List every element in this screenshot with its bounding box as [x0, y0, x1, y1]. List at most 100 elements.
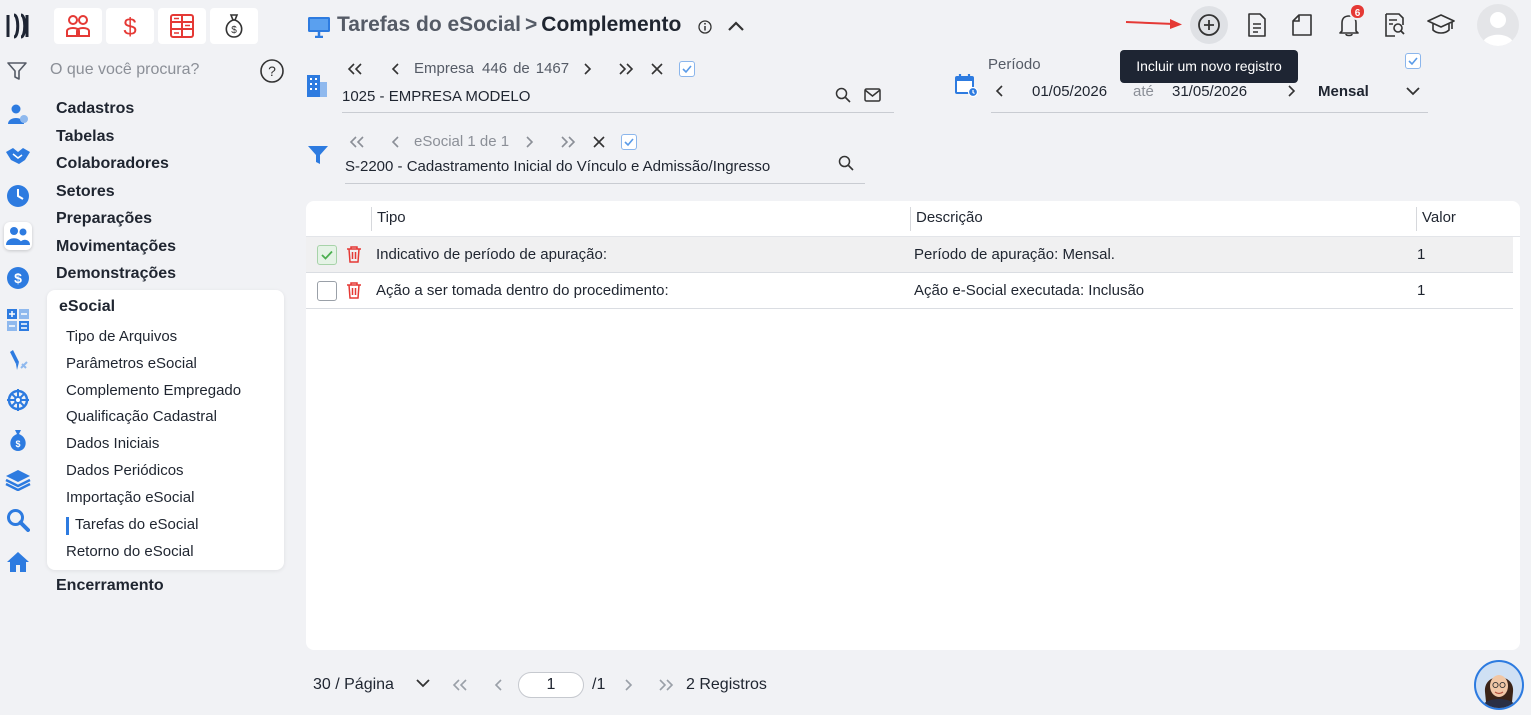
handshake-icon[interactable] — [4, 142, 32, 170]
chevron-up-icon[interactable] — [726, 17, 746, 35]
submenu-item-parametros[interactable]: Parâmetros eSocial — [66, 355, 197, 372]
people-module-icon[interactable] — [54, 8, 102, 44]
last-record-icon[interactable] — [617, 62, 635, 76]
menu-item-movimentacoes[interactable]: Movimentações — [56, 236, 286, 264]
menu-item-tabelas[interactable]: Tabelas — [56, 126, 286, 154]
help-icon[interactable]: ? — [259, 58, 285, 84]
records-count: 2 Registros — [686, 676, 767, 693]
menu-item-preparacoes[interactable]: Preparações — [56, 208, 286, 236]
svg-text:$: $ — [14, 270, 22, 286]
submenu-item-tarefas[interactable]: Tarefas do eSocial — [65, 516, 198, 535]
breadcrumb-parent[interactable]: Tarefas do eSocial — [337, 13, 521, 36]
submenu-title[interactable]: eSocial — [59, 298, 115, 316]
submenu-item-complemento-empregado[interactable]: Complemento Empregado — [66, 382, 241, 399]
submenu-item-retorno[interactable]: Retorno do eSocial — [66, 543, 194, 560]
periodo-underline — [991, 112, 1428, 113]
column-separator[interactable] — [371, 207, 372, 231]
first-record-icon[interactable] — [346, 62, 364, 76]
esocial-first-icon[interactable] — [348, 135, 366, 149]
finance-module-icon[interactable]: $ — [106, 8, 154, 44]
row-checkbox[interactable] — [317, 281, 337, 301]
clear-esocial-icon[interactable] — [593, 135, 605, 148]
per-page-select[interactable]: 30 / Página — [313, 676, 394, 694]
prev-record-icon[interactable] — [390, 62, 400, 76]
trash-icon[interactable] — [346, 281, 362, 299]
people-icon[interactable] — [4, 222, 32, 250]
dollar-icon[interactable]: $ — [4, 264, 32, 292]
filter-icon[interactable] — [6, 60, 28, 82]
calculator-icon[interactable] — [4, 306, 32, 334]
menu-item-cadastros[interactable]: Cadastros — [56, 98, 286, 126]
row-checkbox[interactable] — [317, 245, 337, 265]
esocial-search-icon[interactable] — [838, 155, 854, 171]
submenu-item-qualificacao[interactable]: Qualificação Cadastral — [66, 408, 217, 425]
esocial-value[interactable]: S-2200 - Cadastramento Inicial do Víncul… — [345, 158, 835, 175]
last-page-icon[interactable] — [657, 678, 675, 692]
esocial-checkbox[interactable] — [621, 133, 638, 150]
next-page-icon[interactable] — [624, 678, 634, 692]
submenu-item-dados-iniciais[interactable]: Dados Iniciais — [66, 435, 159, 452]
empresa-underline — [342, 112, 894, 113]
empresa-checkbox[interactable] — [679, 60, 696, 77]
pen-icon[interactable] — [4, 346, 32, 374]
table-header: Tipo Descrição Valor — [306, 201, 1520, 237]
money-bag-icon[interactable]: $ — [4, 426, 32, 454]
search-input[interactable]: O que você procura? — [50, 61, 199, 79]
empresa-search-icon[interactable] — [835, 87, 851, 103]
notifications-bell-icon[interactable]: 6 — [1330, 3, 1368, 44]
search-icon[interactable] — [4, 506, 32, 534]
column-header-tipo[interactable]: Tipo — [377, 209, 406, 226]
copy-icon[interactable] — [1282, 6, 1320, 44]
periodo-start[interactable]: 01/05/2026 — [1032, 83, 1107, 100]
esocial-last-icon[interactable] — [559, 135, 577, 149]
clock-icon[interactable] — [4, 182, 32, 210]
trash-icon[interactable] — [346, 245, 362, 263]
prev-page-icon[interactable] — [493, 678, 503, 692]
table-row[interactable]: Indicativo de período de apuração: Perío… — [306, 237, 1513, 273]
user-settings-icon[interactable] — [4, 100, 32, 128]
periodo-end[interactable]: 31/05/2026 — [1172, 83, 1247, 100]
periodo-type-select[interactable]: Mensal — [1318, 83, 1369, 100]
spreadsheet-module-icon[interactable] — [158, 8, 206, 44]
per-page-chevron-icon[interactable] — [415, 677, 431, 689]
mail-icon[interactable] — [864, 88, 881, 102]
menu-item-demonstracoes[interactable]: Demonstrações — [56, 263, 286, 291]
empresa-value[interactable]: 1025 - EMPRESA MODELO — [342, 88, 530, 105]
layers-icon[interactable] — [4, 466, 32, 494]
menu-item-colaboradores[interactable]: Colaboradores — [56, 153, 286, 181]
empresa-label: Empresa — [414, 60, 475, 77]
assistant-avatar[interactable] — [1474, 660, 1524, 710]
user-avatar[interactable] — [1477, 4, 1519, 46]
periodo-checkbox[interactable] — [1405, 53, 1421, 69]
table-row[interactable]: Ação a ser tomada dentro do procedimento… — [306, 273, 1513, 309]
search-document-icon[interactable] — [1376, 6, 1414, 44]
menu-item-encerramento[interactable]: Encerramento — [56, 577, 164, 595]
document-icon[interactable] — [1238, 6, 1276, 44]
info-icon[interactable] — [698, 20, 712, 34]
esocial-prev-icon[interactable] — [390, 135, 400, 149]
graduation-cap-icon[interactable] — [1422, 6, 1460, 44]
periodo-prev-icon[interactable] — [994, 84, 1004, 98]
add-record-button[interactable] — [1190, 6, 1228, 44]
column-header-valor[interactable]: Valor — [1422, 209, 1456, 226]
page-input[interactable]: 1 — [518, 672, 584, 698]
esocial-next-icon[interactable] — [525, 135, 535, 149]
submenu-item-tipo-arquivos[interactable]: Tipo de Arquivos — [66, 328, 177, 345]
network-icon[interactable] — [4, 386, 32, 414]
menu-item-setores[interactable]: Setores — [56, 181, 286, 209]
first-page-icon[interactable] — [451, 678, 469, 692]
home-icon[interactable] — [4, 548, 32, 576]
column-header-descricao[interactable]: Descrição — [916, 209, 983, 226]
monitor-icon — [307, 16, 331, 38]
submenu-item-dados-periodicos[interactable]: Dados Periódicos — [66, 462, 184, 479]
breadcrumb-separator: > — [525, 13, 538, 36]
next-record-icon[interactable] — [583, 62, 593, 76]
clear-empresa-icon[interactable] — [651, 62, 663, 75]
column-separator[interactable] — [910, 207, 911, 231]
periodo-next-icon[interactable] — [1287, 84, 1297, 98]
chevron-down-icon[interactable] — [1405, 85, 1421, 97]
column-separator[interactable] — [1416, 207, 1417, 231]
module-rail: $ $ — [0, 0, 36, 715]
submenu-item-importacao[interactable]: Importação eSocial — [66, 489, 194, 506]
money-bag-module-icon[interactable]: $ — [210, 8, 258, 44]
